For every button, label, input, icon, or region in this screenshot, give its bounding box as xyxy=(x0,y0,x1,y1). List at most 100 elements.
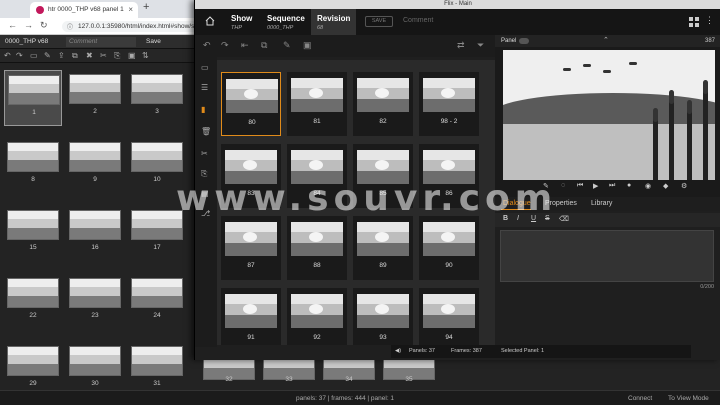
settings-icon[interactable]: ⚙ xyxy=(681,182,687,190)
back-icon[interactable]: ← xyxy=(8,20,17,30)
panel-number: 88 xyxy=(313,262,321,269)
panel-thumbnail xyxy=(357,222,409,256)
storyboard-panel[interactable]: 15 xyxy=(4,206,62,262)
url-field[interactable]: ⓘ 127.0.0.1:35980/html/index.html#show/s… xyxy=(62,21,202,32)
loop-icon[interactable]: ◌ xyxy=(561,182,565,189)
flix-header: Show THP Sequence 0000_THP Revision 68 S… xyxy=(195,9,720,35)
flix-panel[interactable]: 90 xyxy=(419,216,479,280)
panel-thumbnail xyxy=(69,142,121,172)
breadcrumb-show[interactable]: Show THP xyxy=(225,9,258,35)
home-icon[interactable] xyxy=(205,16,215,26)
flix-panel[interactable]: 92 xyxy=(287,288,347,345)
flix-panel[interactable]: 91 xyxy=(221,288,281,345)
breadcrumb-revision[interactable]: Revision 68 xyxy=(311,9,357,35)
edit-icon[interactable]: ✎ xyxy=(44,51,51,60)
browser-tab[interactable]: htr 0000_THP v68 panel 1 × xyxy=(30,2,138,18)
bookmark-icon[interactable]: ▮ xyxy=(201,105,205,114)
storyboard-panel[interactable]: 30 xyxy=(66,342,124,390)
flix-panel[interactable]: 88 xyxy=(287,216,347,280)
list-icon[interactable]: ☰ xyxy=(201,83,208,92)
grid-view-icon[interactable] xyxy=(689,17,699,27)
storyboard-panel[interactable]: 1 xyxy=(4,70,62,126)
panel-thumbnail xyxy=(423,222,475,256)
storyboard-panel[interactable]: 23 xyxy=(66,274,124,330)
sort-icon[interactable]: ⇅ xyxy=(142,51,149,60)
storyboard-panel[interactable]: 22 xyxy=(4,274,62,330)
undo-icon[interactable]: ↶ xyxy=(4,51,11,60)
panel-thumbnail xyxy=(131,346,183,376)
import-icon[interactable]: ⇪ xyxy=(58,51,65,60)
storyboard-panel[interactable]: 29 xyxy=(4,342,62,390)
browser-tab-title: htr 0000_THP v68 panel 1 xyxy=(48,6,124,13)
flix-panel[interactable]: 94 xyxy=(419,288,479,345)
storyboard-panel[interactable]: 2 xyxy=(66,70,124,126)
close-tab-icon[interactable]: × xyxy=(128,5,133,14)
volume-icon[interactable]: ◀) xyxy=(395,348,401,354)
flix-panel[interactable]: 98 - 2 xyxy=(419,72,479,136)
delete-icon[interactable]: ✖ xyxy=(86,51,93,60)
flix-panel[interactable]: 87 xyxy=(221,216,281,280)
storyboard-panel[interactable]: 24 xyxy=(128,274,186,330)
reload-icon[interactable]: ↻ xyxy=(40,20,48,31)
clear-format-icon[interactable]: ⌫ xyxy=(559,215,569,223)
flix-panel[interactable]: 81 xyxy=(287,72,347,136)
cut-icon[interactable]: ✂ xyxy=(201,149,208,158)
keyboard-icon[interactable]: ▭ xyxy=(201,63,209,72)
storyboard-panel[interactable]: 16 xyxy=(66,206,124,262)
url-text: 127.0.0.1:35980/html/index.html#show/sho xyxy=(78,23,202,30)
skip-back-icon[interactable]: ⏮ xyxy=(577,182,583,190)
forward-icon[interactable]: → xyxy=(24,20,33,30)
panel-thumbnail xyxy=(291,222,343,256)
save-button[interactable]: SAVE xyxy=(365,16,393,27)
duplicate-icon[interactable]: ⧉ xyxy=(72,51,78,61)
filter-icon[interactable]: ⏷ xyxy=(477,40,484,51)
flix-panel[interactable]: 93 xyxy=(353,288,413,345)
redo-icon[interactable]: ↷ xyxy=(16,51,23,60)
comment-input[interactable]: Comment xyxy=(66,37,136,47)
copy-icon[interactable]: ⎘ xyxy=(114,51,120,61)
storyboard-panel[interactable]: 31 xyxy=(128,342,186,390)
panel-number: 1 xyxy=(32,109,36,116)
flix-panel[interactable]: 82 xyxy=(353,72,413,136)
undo-icon[interactable]: ↶ xyxy=(203,40,211,51)
tab-library[interactable]: Library xyxy=(591,200,612,207)
panel-thumbnail xyxy=(423,78,475,112)
panel-count: Panels: 37 xyxy=(409,348,435,354)
new-tab-button[interactable]: + xyxy=(143,1,149,13)
panel-number: 15 xyxy=(29,244,37,251)
flix-panel[interactable]: 80 xyxy=(221,72,281,136)
skip-forward-icon[interactable]: ⏭ xyxy=(609,182,615,190)
breadcrumb-title: Sequence xyxy=(267,14,305,23)
save-button[interactable]: Save xyxy=(146,38,161,45)
mic-icon[interactable]: ● xyxy=(627,182,631,189)
redo-icon[interactable]: ↷ xyxy=(221,40,229,51)
play-icon[interactable]: ▶ xyxy=(593,182,598,190)
cut-icon[interactable]: ✂ xyxy=(100,51,107,60)
marker-icon[interactable]: ◆ xyxy=(663,182,668,190)
storyboard-panel[interactable]: 8 xyxy=(4,138,62,194)
duplicate-icon[interactable]: ⧉ xyxy=(261,40,267,51)
new-panel-icon[interactable]: ▭ xyxy=(30,51,38,60)
storyboard-panel[interactable]: 9 xyxy=(66,138,124,194)
import-icon[interactable]: ⇤ xyxy=(241,40,249,51)
reed-shape xyxy=(653,115,658,185)
connect-button[interactable]: Connect xyxy=(628,395,652,402)
panel-thumbnail xyxy=(69,74,121,104)
more-options-icon[interactable]: ⋮ xyxy=(705,15,714,26)
reed-shape xyxy=(669,95,674,185)
comment-input[interactable]: Comment xyxy=(403,17,433,24)
paste-icon[interactable]: ▣ xyxy=(128,51,136,60)
panel-icon[interactable]: ▣ xyxy=(303,40,312,51)
storyboard-panel[interactable]: 3 xyxy=(128,70,186,126)
delete-icon[interactable]: 🗑 xyxy=(201,127,211,136)
panel-number: 23 xyxy=(91,312,99,319)
swap-icon[interactable]: ⇄ xyxy=(457,40,465,51)
view-mode-button[interactable]: To View Mode xyxy=(668,395,709,402)
panel-number: 3 xyxy=(155,108,159,115)
record-icon[interactable]: ◉ xyxy=(645,182,651,190)
flix-panel[interactable]: 89 xyxy=(353,216,413,280)
collapse-icon[interactable]: ⌃ xyxy=(603,36,609,44)
breadcrumb-sequence[interactable]: Sequence 0000_THP xyxy=(261,9,311,35)
brush-icon[interactable]: ✎ xyxy=(283,40,291,51)
dialogue-textarea[interactable] xyxy=(500,230,714,282)
